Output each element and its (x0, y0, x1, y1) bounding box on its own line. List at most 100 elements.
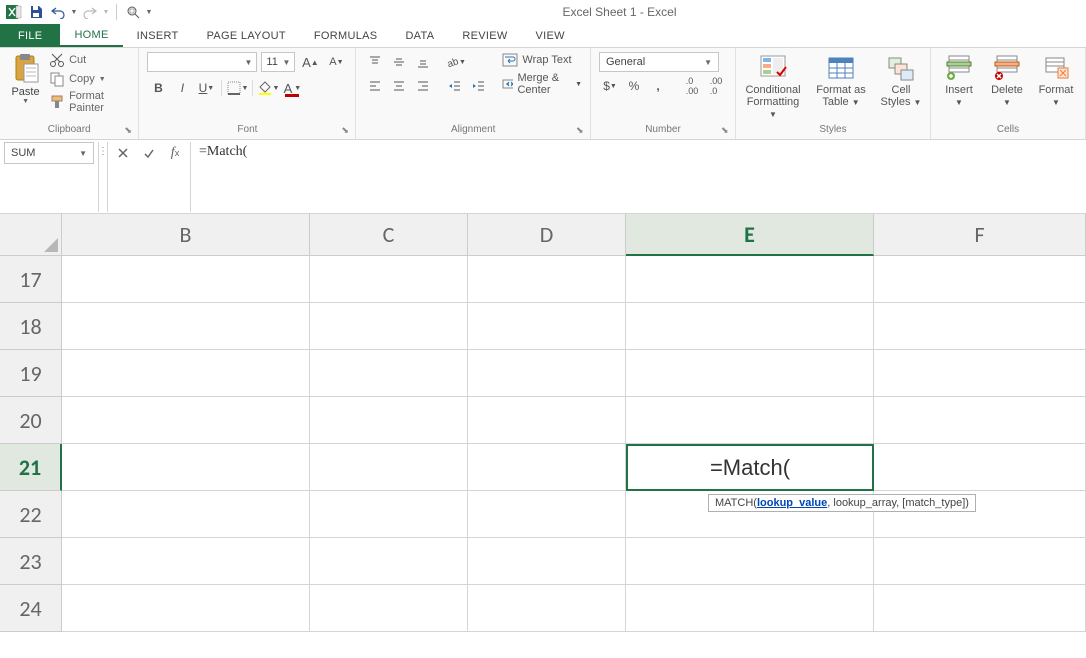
cell[interactable] (468, 397, 626, 444)
row-header-21[interactable]: 21 (0, 444, 62, 491)
format-painter-button[interactable]: Format Painter (49, 90, 130, 114)
cell[interactable] (62, 444, 310, 491)
number-launcher-icon[interactable]: ⬊ (721, 125, 733, 137)
cell[interactable] (310, 585, 468, 632)
cell[interactable] (62, 256, 310, 303)
row-header-19[interactable]: 19 (0, 350, 62, 397)
name-box[interactable]: SUM▼ (4, 142, 94, 164)
fill-color-button[interactable]: ▼ (257, 78, 279, 98)
row-header-18[interactable]: 18 (0, 303, 62, 350)
cell[interactable] (468, 256, 626, 303)
cell[interactable] (62, 303, 310, 350)
decrease-decimal-button[interactable]: .00.0 (705, 76, 727, 96)
align-center-icon[interactable] (388, 76, 410, 96)
align-left-icon[interactable] (364, 76, 386, 96)
cell[interactable] (468, 350, 626, 397)
cell[interactable] (626, 303, 874, 350)
cell[interactable] (626, 256, 874, 303)
cell[interactable] (626, 350, 874, 397)
cell[interactable] (310, 538, 468, 585)
cell[interactable] (62, 491, 310, 538)
tab-home[interactable]: HOME (60, 24, 122, 47)
comma-format-button[interactable]: , (647, 76, 669, 96)
number-format-select[interactable]: General▼ (599, 52, 719, 72)
tab-file[interactable]: FILE (0, 24, 60, 47)
tooltip-current-arg[interactable]: lookup_value (757, 497, 827, 509)
col-header-f[interactable]: F (874, 214, 1086, 256)
align-middle-icon[interactable] (388, 52, 410, 72)
enter-formula-icon[interactable] (140, 144, 158, 162)
increase-decimal-button[interactable]: .0.00 (681, 76, 703, 96)
cell[interactable] (310, 350, 468, 397)
tab-insert[interactable]: INSERT (123, 24, 193, 47)
clipboard-launcher-icon[interactable]: ⬊ (124, 125, 136, 137)
cell[interactable] (468, 444, 626, 491)
cell[interactable] (468, 538, 626, 585)
cell[interactable] (626, 538, 874, 585)
cell[interactable] (626, 585, 874, 632)
increase-font-icon[interactable]: A▲ (299, 52, 321, 72)
row-header-17[interactable]: 17 (0, 256, 62, 303)
undo-dropdown-icon[interactable]: ▼ (70, 2, 78, 22)
align-bottom-icon[interactable] (412, 52, 434, 72)
wrap-text-button[interactable]: Wrap Text (502, 52, 582, 68)
font-name-select[interactable]: ▼ (147, 52, 257, 72)
copy-button[interactable]: Copy ▼ (49, 71, 130, 87)
accounting-format-button[interactable]: $▼ (599, 76, 621, 96)
cut-button[interactable]: Cut (49, 52, 130, 68)
select-all-corner[interactable] (0, 214, 62, 256)
col-header-e[interactable]: E (626, 214, 874, 256)
delete-cells-button[interactable]: Delete▼ (987, 52, 1027, 108)
align-top-icon[interactable] (364, 52, 386, 72)
active-cell-e21[interactable]: =Match( MATCH(lookup_value, lookup_array… (626, 444, 874, 491)
cell[interactable] (310, 256, 468, 303)
insert-cells-button[interactable]: Insert▼ (939, 52, 979, 108)
cell[interactable] (62, 585, 310, 632)
decrease-font-icon[interactable]: A▼ (325, 52, 347, 72)
qat-customize-icon[interactable]: ▼ (145, 2, 153, 22)
cell-styles-button[interactable]: Cell Styles ▼ (880, 52, 922, 108)
cell[interactable] (468, 303, 626, 350)
cell[interactable] (62, 350, 310, 397)
cell[interactable] (626, 397, 874, 444)
increase-indent-icon[interactable] (468, 76, 490, 96)
cell[interactable] (310, 303, 468, 350)
alignment-launcher-icon[interactable]: ⬊ (576, 125, 588, 137)
cell[interactable] (874, 444, 1086, 491)
bold-button[interactable]: B (147, 78, 169, 98)
save-icon[interactable] (26, 2, 46, 22)
tab-data[interactable]: DATA (391, 24, 448, 47)
redo-icon[interactable] (80, 2, 100, 22)
font-launcher-icon[interactable]: ⬊ (341, 125, 353, 137)
percent-format-button[interactable]: % (623, 76, 645, 96)
insert-function-icon[interactable]: fx (166, 144, 184, 162)
cell[interactable] (874, 303, 1086, 350)
cell[interactable] (468, 491, 626, 538)
cell[interactable] (874, 538, 1086, 585)
cell[interactable] (874, 585, 1086, 632)
print-preview-icon[interactable] (123, 2, 143, 22)
col-header-b[interactable]: B (62, 214, 310, 256)
conditional-formatting-button[interactable]: Conditional Formatting ▼ (744, 52, 802, 120)
underline-button[interactable]: U▼ (195, 78, 217, 98)
tab-view[interactable]: VIEW (522, 24, 579, 47)
tab-review[interactable]: REVIEW (448, 24, 521, 47)
italic-button[interactable]: I (171, 78, 193, 98)
cell[interactable] (874, 256, 1086, 303)
redo-dropdown-icon[interactable]: ▼ (102, 2, 110, 22)
formula-input[interactable]: =Match( (191, 140, 1086, 164)
row-header-24[interactable]: 24 (0, 585, 62, 632)
tab-formulas[interactable]: FORMULAS (300, 24, 392, 47)
tab-page-layout[interactable]: PAGE LAYOUT (193, 24, 300, 47)
decrease-indent-icon[interactable] (444, 76, 466, 96)
paste-button[interactable]: Paste ▼ (8, 52, 43, 105)
cell[interactable] (874, 397, 1086, 444)
merge-center-button[interactable]: Merge & Center ▼ (502, 72, 582, 96)
format-as-table-button[interactable]: Format as Table ▼ (812, 52, 870, 108)
borders-button[interactable]: ▼ (226, 78, 248, 98)
cell[interactable] (874, 350, 1086, 397)
font-color-button[interactable]: A▼ (281, 78, 303, 98)
undo-icon[interactable] (48, 2, 68, 22)
orientation-icon[interactable]: ab▼ (444, 52, 466, 72)
row-header-23[interactable]: 23 (0, 538, 62, 585)
